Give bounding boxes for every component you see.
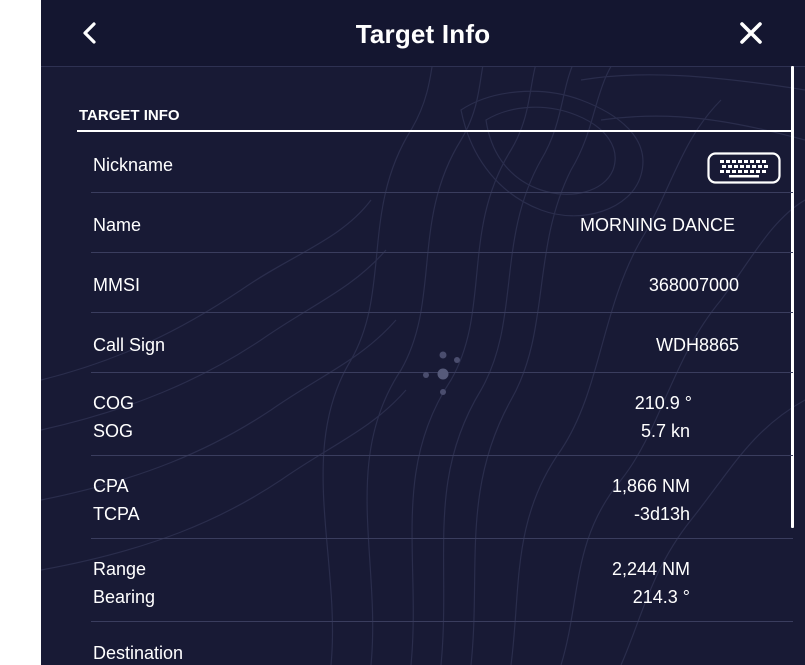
cpa-label: CPA [93, 476, 129, 496]
name-label: Name [93, 215, 142, 235]
bearing-value: 214.3 ° [632, 587, 690, 607]
mmsi-value: 368007000 [648, 275, 739, 295]
target-info-panel: Target Info TARGET INFO Nickname Name MO… [41, 0, 805, 665]
keyboard-icon[interactable] [707, 152, 781, 184]
mmsi-label: MMSI [93, 275, 140, 295]
tcpa-value: -3d13h [633, 504, 690, 524]
nickname-row[interactable]: Nickname [91, 133, 793, 193]
range-label: Range [93, 559, 147, 579]
range-value: 2,244 NM [611, 559, 690, 579]
destination-label: Destination [93, 643, 184, 663]
call-sign-value: WDH8865 [655, 335, 739, 355]
loading-spinner-icon [423, 351, 460, 395]
close-icon[interactable] [739, 21, 763, 45]
cpa-value: 1,866 NM [611, 476, 690, 496]
destination-row: Destination [91, 622, 793, 665]
name-value: MORNING DANCE [579, 215, 735, 235]
sog-value: 5.7 kn [640, 421, 690, 441]
page-title: Target Info [355, 19, 491, 49]
tcpa-label: TCPA [93, 504, 140, 524]
section-header: TARGET INFO [79, 107, 180, 124]
cog-value: 210.9 ° [634, 393, 692, 413]
name-row: Name MORNING DANCE [91, 193, 793, 253]
sog-label: SOG [93, 421, 134, 441]
cpa-tcpa-row: CPA 1,866 NM TCPA -3d13h [91, 456, 793, 539]
title-bar: Target Info [41, 0, 805, 67]
range-bearing-row: Range 2,244 NM Bearing 214.3 ° [91, 539, 793, 622]
section-divider [77, 130, 793, 132]
nickname-label: Nickname [93, 155, 174, 175]
mmsi-row: MMSI 368007000 [91, 253, 793, 313]
cog-label: COG [93, 393, 135, 413]
call-sign-label: Call Sign [93, 335, 166, 355]
bearing-label: Bearing [93, 587, 156, 607]
